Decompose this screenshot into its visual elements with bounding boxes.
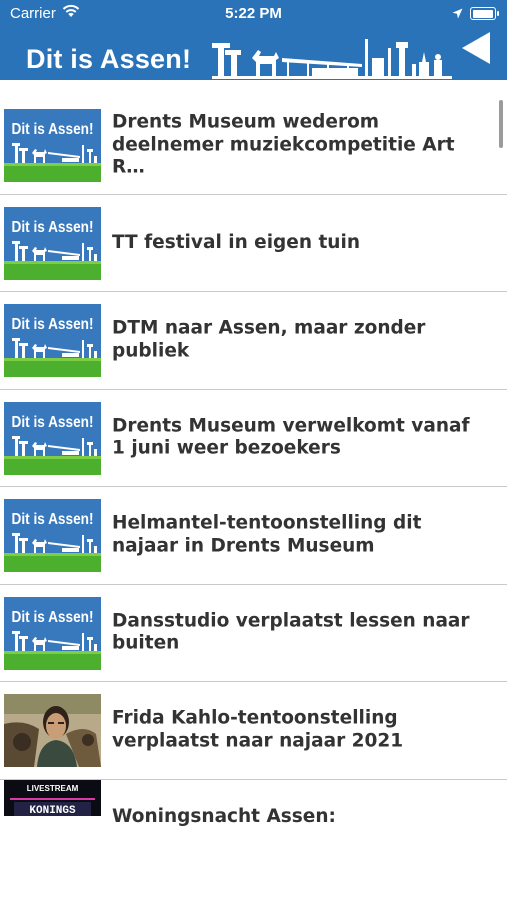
news-item[interactable]: Dit is Assen! Helmantel-tentoonstelling d…: [0, 487, 507, 585]
news-thumbnail-livestream: LIVESTREAM KONINGS: [4, 779, 101, 816]
news-thumbnail-logo: Dit is Assen!: [4, 304, 101, 377]
location-arrow-icon: [452, 6, 463, 23]
thumb-logo-text: Dit is Assen!: [12, 414, 94, 431]
news-thumbnail-logo: Dit is Assen!: [4, 499, 101, 572]
news-item-title: TT festival in eigen tuin: [112, 231, 360, 253]
news-list[interactable]: Dit is Assen! Drents Museum wederom deeln…: [0, 97, 507, 900]
news-thumbnail-portrait: [4, 694, 101, 767]
scrollbar[interactable]: [499, 100, 503, 148]
thumb-logo-text: Dit is Assen!: [12, 316, 94, 333]
news-thumbnail-logo: Dit is Assen!: [4, 109, 101, 182]
news-item-title: Drents Museum verwelkomt vanaf 1 juni we…: [112, 415, 470, 459]
status-bar: Carrier 5:22 PM: [0, 0, 507, 28]
news-item-title: Woningsnacht Assen:: [112, 805, 336, 827]
thumb-konings-label: KONINGS: [29, 805, 76, 816]
news-thumbnail-logo: Dit is Assen!: [4, 596, 101, 670]
news-thumbnail-logo: Dit is Assen!: [4, 401, 101, 475]
app-title: Dit is Assen!: [26, 44, 192, 74]
status-time: 5:22 PM: [225, 5, 282, 22]
news-item[interactable]: Frida Kahlo-tentoonstelling verplaatst n…: [0, 682, 507, 780]
app-header: Carrier 5:22 PM Dit is Assen!: [0, 0, 507, 80]
news-item-title: DTM naar Assen, maar zonder publiek: [112, 317, 426, 362]
battery-icon: [470, 7, 499, 20]
news-item[interactable]: Dit is Assen! Drents Museum verwelkomt va…: [0, 390, 507, 487]
thumb-logo-text: Dit is Assen!: [12, 609, 94, 626]
news-thumbnail-logo: Dit is Assen!: [4, 206, 101, 280]
news-item-title: Frida Kahlo-tentoonstelling verplaatst n…: [112, 707, 404, 752]
news-item[interactable]: Dit is Assen! Drents Museum wederom deeln…: [0, 97, 507, 195]
news-item-title: Drents Museum wederom deelnemer muziekco…: [112, 111, 455, 178]
news-item[interactable]: Dit is Assen! Dansstudio verplaatst lesse…: [0, 585, 507, 682]
news-item[interactable]: Dit is Assen! DTM naar Assen, maar zonder…: [0, 292, 507, 390]
thumb-logo-text: Dit is Assen!: [12, 121, 94, 138]
thumb-logo-text: Dit is Assen!: [12, 511, 94, 528]
thumb-logo-text: Dit is Assen!: [12, 219, 94, 236]
back-button[interactable]: [458, 30, 492, 66]
news-item[interactable]: Dit is Assen! TT festival in eigen tuin: [0, 195, 507, 292]
news-item-title: Dansstudio verplaatst lessen naar buiten: [112, 610, 470, 654]
thumb-livestream-label: LIVESTREAM: [27, 784, 79, 793]
news-item-title: Helmantel-tentoonstelling dit najaar in …: [112, 512, 422, 557]
news-item[interactable]: LIVESTREAM KONINGS Woningsnacht Assen:: [0, 779, 507, 878]
assen-skyline-icon: [212, 39, 452, 79]
